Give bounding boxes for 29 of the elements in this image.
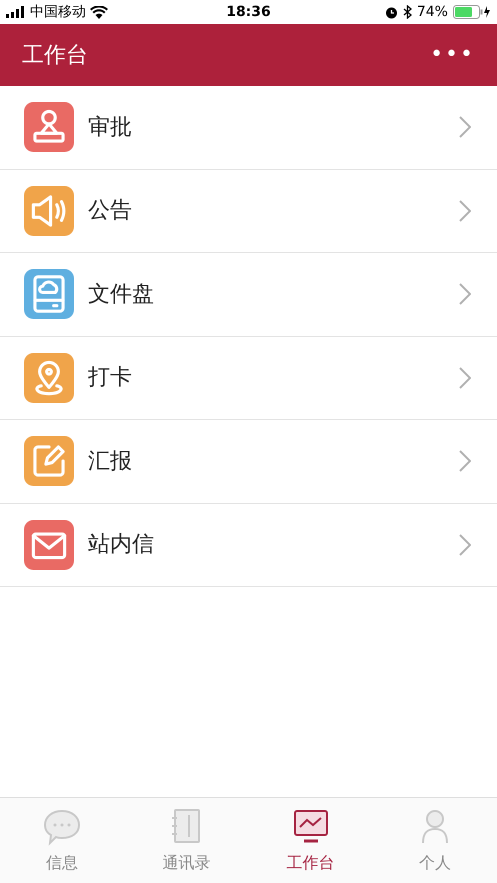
chevron-icon [459,116,471,138]
menu-row[interactable]: 文件盘 [0,253,497,336]
chevron-icon [459,534,471,556]
bluetooth-icon [402,5,412,19]
carrier-name: 中国移动 [30,2,86,22]
row-label: 公告 [88,197,133,226]
chevron-icon [459,200,471,222]
menu-row[interactable]: 汇报 [0,420,497,504]
battery-icon [452,5,491,19]
signal-icon [6,6,26,18]
chevron-icon [459,283,471,306]
more-button[interactable]: ••• [430,44,475,66]
row-label: 文件盘 [88,280,155,309]
row-label: 汇报 [88,448,133,476]
row-label: 站内信 [88,531,155,560]
menu-row[interactable]: 公告 [0,170,497,253]
battery-percent: 74% [416,2,448,22]
wifi-icon [90,6,108,18]
chevron-icon [459,366,471,389]
menu-row[interactable]: 审批 [0,86,497,170]
row-label: 审批 [88,114,133,142]
tab-item[interactable]: 工作台 [248,798,373,883]
header-title: 工作台 [22,42,88,70]
clock-time: 18:36 [226,2,271,22]
chevron-icon [459,450,471,472]
menu-row[interactable]: 打卡 [0,336,497,420]
menu-row[interactable]: 站内信 [0,504,497,587]
alarm-icon [384,6,398,18]
row-label: 打卡 [88,364,133,392]
